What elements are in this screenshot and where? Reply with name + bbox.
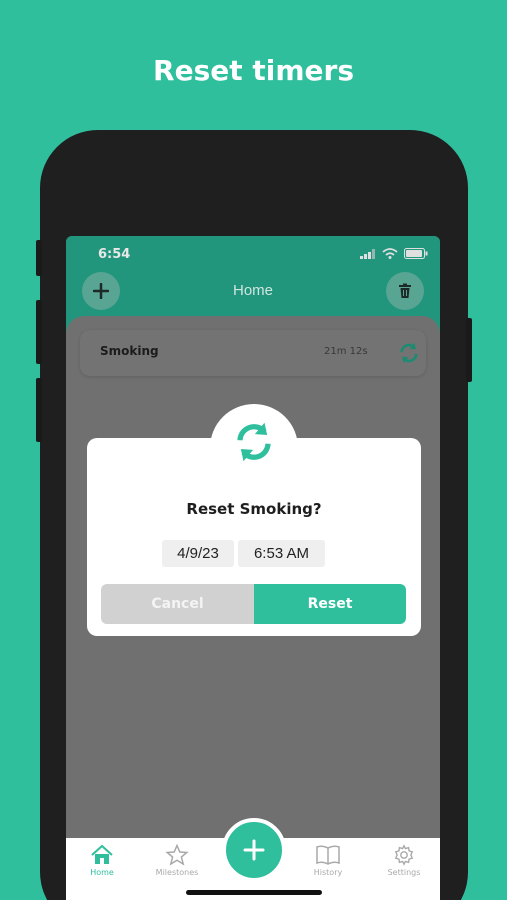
- timer-name: Smoking: [100, 344, 159, 358]
- status-icons: [360, 248, 428, 259]
- battery-icon: [404, 248, 428, 259]
- timer-row-smoking[interactable]: Smoking 21m 12s: [80, 330, 426, 376]
- plus-icon: [243, 839, 265, 861]
- phone-power-button: [466, 318, 472, 382]
- trash-icon: [399, 283, 411, 298]
- page-headline: Reset timers: [153, 54, 354, 87]
- book-icon: [316, 845, 340, 865]
- delete-button[interactable]: [386, 272, 424, 310]
- tab-label-milestones: Milestones: [155, 868, 199, 877]
- tab-label-history: History: [313, 868, 343, 877]
- cancel-button[interactable]: Cancel: [101, 584, 254, 624]
- time-picker[interactable]: 6:53 AM: [238, 540, 325, 567]
- status-time: 6:54: [98, 247, 131, 262]
- date-picker[interactable]: 4/9/23: [162, 540, 234, 567]
- tab-label-settings: Settings: [387, 868, 421, 877]
- signal-icon: [360, 248, 375, 259]
- timer-elapsed: 21m 12s: [324, 346, 368, 357]
- star-icon: [165, 844, 189, 866]
- tab-label-home: Home: [90, 868, 114, 877]
- wifi-icon: [382, 248, 398, 259]
- add-fab-button[interactable]: [222, 818, 286, 882]
- reset-timer-icon[interactable]: [398, 342, 420, 364]
- phone-volume-up: [36, 300, 42, 364]
- gear-icon: [394, 844, 414, 866]
- tab-home[interactable]: Home: [67, 844, 137, 877]
- home-icon: [91, 844, 113, 864]
- reset-icon: [237, 422, 271, 462]
- home-indicator: [186, 890, 322, 895]
- phone-volume-down: [36, 378, 42, 442]
- tab-milestones[interactable]: Milestones: [142, 844, 212, 877]
- tab-history[interactable]: History: [293, 844, 363, 877]
- reset-button[interactable]: Reset: [254, 584, 406, 624]
- dialog-title: Reset Smoking?: [186, 500, 322, 518]
- nav-title: Home: [232, 282, 273, 299]
- phone-mute-switch: [36, 240, 42, 276]
- tab-settings[interactable]: Settings: [369, 844, 439, 877]
